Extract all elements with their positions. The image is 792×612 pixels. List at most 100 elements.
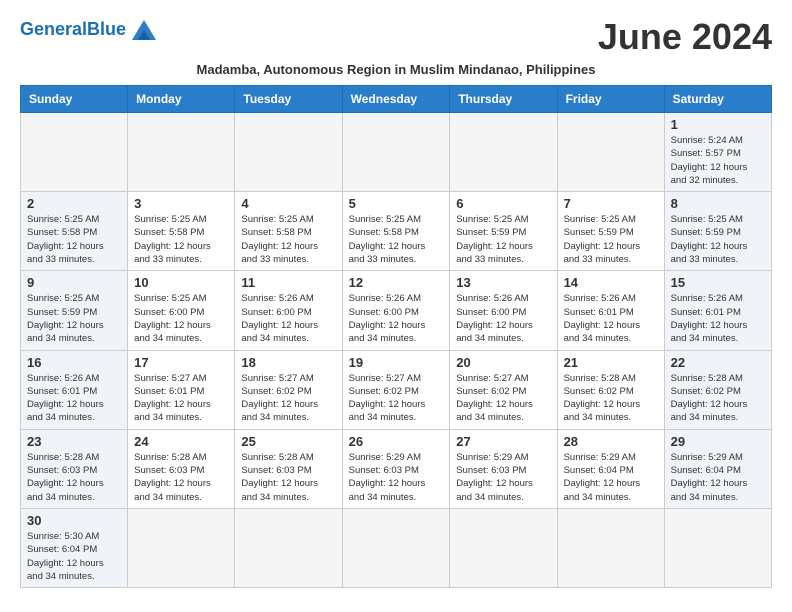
day-info: Sunrise: 5:29 AM Sunset: 6:03 PM Dayligh…	[456, 451, 550, 504]
calendar-cell: 21Sunrise: 5:28 AM Sunset: 6:02 PM Dayli…	[557, 350, 664, 429]
day-number: 4	[241, 196, 335, 211]
calendar-cell: 18 Sunrise: 5:27 AM Sunset: 6:02 PM Dayli…	[235, 350, 342, 429]
day-number: 6	[456, 196, 550, 211]
day-info: Sunrise: 5:25 AM Sunset: 5:59 PM Dayligh…	[564, 213, 658, 266]
day-number: 8	[671, 196, 765, 211]
calendar-week-row: 16 Sunrise: 5:26 AM Sunset: 6:01 PM Dayli…	[21, 350, 772, 429]
logo-icon	[128, 16, 160, 44]
calendar-cell: 20 Sunrise: 5:27 AM Sunset: 6:02 PM Dayli…	[450, 350, 557, 429]
calendar-cell: 13Sunrise: 5:26 AM Sunset: 6:00 PM Dayli…	[450, 271, 557, 350]
day-info: Sunrise: 5:26 AM Sunset: 6:00 PM Dayligh…	[241, 292, 335, 345]
calendar-cell: 23 Sunrise: 5:28 AM Sunset: 6:03 PM Dayli…	[21, 429, 128, 508]
day-number: 5	[349, 196, 444, 211]
day-number: 25	[241, 434, 335, 449]
day-info: Sunrise: 5:27 AM Sunset: 6:02 PM Dayligh…	[349, 372, 444, 425]
calendar-cell: 1 Sunrise: 5:24 AM Sunset: 5:57 PM Daylig…	[664, 113, 771, 192]
day-info: Sunrise: 5:30 AM Sunset: 6:04 PM Dayligh…	[27, 530, 121, 583]
col-sunday: Sunday	[21, 86, 128, 113]
day-number: 30	[27, 513, 121, 528]
calendar-cell: 16 Sunrise: 5:26 AM Sunset: 6:01 PM Dayli…	[21, 350, 128, 429]
calendar-cell	[235, 508, 342, 587]
calendar-cell: 28Sunrise: 5:29 AM Sunset: 6:04 PM Dayli…	[557, 429, 664, 508]
day-info: Sunrise: 5:26 AM Sunset: 6:00 PM Dayligh…	[456, 292, 550, 345]
subtitle: Madamba, Autonomous Region in Muslim Min…	[20, 62, 772, 77]
day-info: Sunrise: 5:29 AM Sunset: 6:03 PM Dayligh…	[349, 451, 444, 504]
day-info: Sunrise: 5:25 AM Sunset: 6:00 PM Dayligh…	[134, 292, 228, 345]
day-number: 10	[134, 275, 228, 290]
day-info: Sunrise: 5:27 AM Sunset: 6:02 PM Dayligh…	[241, 372, 335, 425]
calendar-cell	[450, 113, 557, 192]
day-info: Sunrise: 5:26 AM Sunset: 6:01 PM Dayligh…	[27, 372, 121, 425]
day-number: 12	[349, 275, 444, 290]
day-number: 17	[134, 355, 228, 370]
day-info: Sunrise: 5:25 AM Sunset: 5:59 PM Dayligh…	[671, 213, 765, 266]
calendar-cell	[235, 113, 342, 192]
logo-general: General	[20, 19, 87, 39]
calendar-week-row: 9Sunrise: 5:25 AM Sunset: 5:59 PM Daylig…	[21, 271, 772, 350]
logo-blue: Blue	[87, 19, 126, 39]
calendar-cell	[21, 113, 128, 192]
calendar-cell	[342, 113, 450, 192]
calendar: Sunday Monday Tuesday Wednesday Thursday…	[20, 85, 772, 588]
day-number: 29	[671, 434, 765, 449]
calendar-cell: 10 Sunrise: 5:25 AM Sunset: 6:00 PM Dayli…	[128, 271, 235, 350]
calendar-cell: 3 Sunrise: 5:25 AM Sunset: 5:58 PM Daylig…	[128, 192, 235, 271]
calendar-cell: 4 Sunrise: 5:25 AM Sunset: 5:58 PM Daylig…	[235, 192, 342, 271]
calendar-cell: 7 Sunrise: 5:25 AM Sunset: 5:59 PM Daylig…	[557, 192, 664, 271]
day-number: 7	[564, 196, 658, 211]
day-info: Sunrise: 5:25 AM Sunset: 5:58 PM Dayligh…	[134, 213, 228, 266]
calendar-cell: 17Sunrise: 5:27 AM Sunset: 6:01 PM Dayli…	[128, 350, 235, 429]
day-number: 18	[241, 355, 335, 370]
calendar-cell: 14Sunrise: 5:26 AM Sunset: 6:01 PM Dayli…	[557, 271, 664, 350]
day-info: Sunrise: 5:24 AM Sunset: 5:57 PM Dayligh…	[671, 134, 765, 187]
day-info: Sunrise: 5:25 AM Sunset: 5:58 PM Dayligh…	[27, 213, 121, 266]
calendar-cell: 25 Sunrise: 5:28 AM Sunset: 6:03 PM Dayli…	[235, 429, 342, 508]
calendar-cell: 2Sunrise: 5:25 AM Sunset: 5:58 PM Daylig…	[21, 192, 128, 271]
calendar-cell	[557, 113, 664, 192]
calendar-cell: 12Sunrise: 5:26 AM Sunset: 6:00 PM Dayli…	[342, 271, 450, 350]
day-info: Sunrise: 5:25 AM Sunset: 5:59 PM Dayligh…	[27, 292, 121, 345]
day-number: 23	[27, 434, 121, 449]
calendar-cell	[128, 508, 235, 587]
day-number: 20	[456, 355, 550, 370]
day-info: Sunrise: 5:28 AM Sunset: 6:03 PM Dayligh…	[241, 451, 335, 504]
col-thursday: Thursday	[450, 86, 557, 113]
day-info: Sunrise: 5:28 AM Sunset: 6:03 PM Dayligh…	[134, 451, 228, 504]
calendar-week-row: 1 Sunrise: 5:24 AM Sunset: 5:57 PM Daylig…	[21, 113, 772, 192]
day-info: Sunrise: 5:26 AM Sunset: 6:01 PM Dayligh…	[564, 292, 658, 345]
day-number: 1	[671, 117, 765, 132]
day-info: Sunrise: 5:25 AM Sunset: 5:58 PM Dayligh…	[241, 213, 335, 266]
month-title: June 2024	[598, 16, 772, 58]
day-number: 3	[134, 196, 228, 211]
day-number: 28	[564, 434, 658, 449]
calendar-week-row: 30 Sunrise: 5:30 AM Sunset: 6:04 PM Dayli…	[21, 508, 772, 587]
day-info: Sunrise: 5:28 AM Sunset: 6:03 PM Dayligh…	[27, 451, 121, 504]
calendar-cell: 6 Sunrise: 5:25 AM Sunset: 5:59 PM Daylig…	[450, 192, 557, 271]
day-number: 15	[671, 275, 765, 290]
calendar-cell	[664, 508, 771, 587]
calendar-cell: 27 Sunrise: 5:29 AM Sunset: 6:03 PM Dayli…	[450, 429, 557, 508]
day-info: Sunrise: 5:28 AM Sunset: 6:02 PM Dayligh…	[671, 372, 765, 425]
calendar-cell: 26 Sunrise: 5:29 AM Sunset: 6:03 PM Dayli…	[342, 429, 450, 508]
day-number: 22	[671, 355, 765, 370]
calendar-header-row: Sunday Monday Tuesday Wednesday Thursday…	[21, 86, 772, 113]
calendar-cell	[450, 508, 557, 587]
col-saturday: Saturday	[664, 86, 771, 113]
day-number: 26	[349, 434, 444, 449]
calendar-cell	[128, 113, 235, 192]
calendar-cell: 29Sunrise: 5:29 AM Sunset: 6:04 PM Dayli…	[664, 429, 771, 508]
logo: GeneralBlue	[20, 16, 160, 44]
day-info: Sunrise: 5:25 AM Sunset: 5:59 PM Dayligh…	[456, 213, 550, 266]
calendar-cell: 9Sunrise: 5:25 AM Sunset: 5:59 PM Daylig…	[21, 271, 128, 350]
calendar-cell: 24Sunrise: 5:28 AM Sunset: 6:03 PM Dayli…	[128, 429, 235, 508]
logo-text: GeneralBlue	[20, 20, 126, 40]
calendar-cell: 11Sunrise: 5:26 AM Sunset: 6:00 PM Dayli…	[235, 271, 342, 350]
calendar-cell: 15Sunrise: 5:26 AM Sunset: 6:01 PM Dayli…	[664, 271, 771, 350]
calendar-cell: 22 Sunrise: 5:28 AM Sunset: 6:02 PM Dayli…	[664, 350, 771, 429]
calendar-cell: 8 Sunrise: 5:25 AM Sunset: 5:59 PM Daylig…	[664, 192, 771, 271]
calendar-cell	[342, 508, 450, 587]
day-number: 16	[27, 355, 121, 370]
calendar-cell	[557, 508, 664, 587]
day-number: 27	[456, 434, 550, 449]
day-info: Sunrise: 5:27 AM Sunset: 6:02 PM Dayligh…	[456, 372, 550, 425]
